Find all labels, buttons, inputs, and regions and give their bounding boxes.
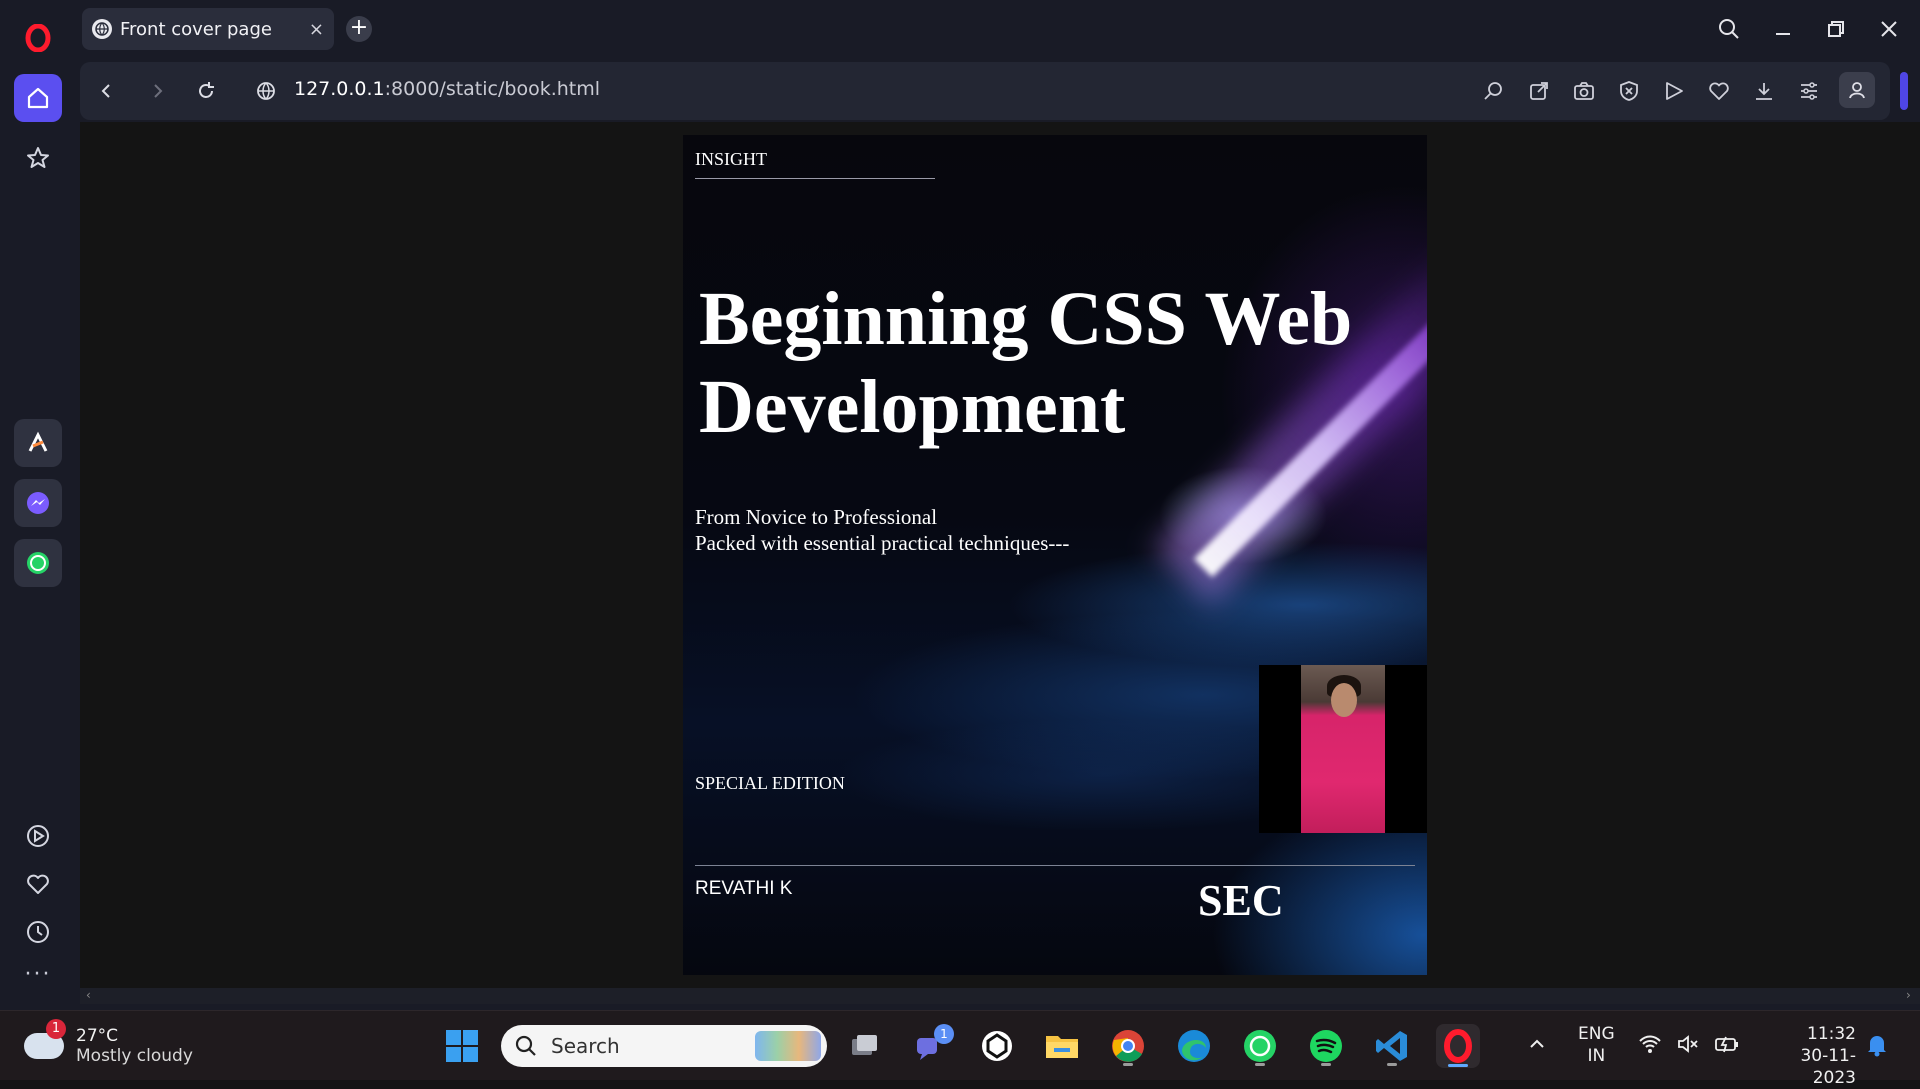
author-name: REVATHI K [695,878,793,899]
system-clock[interactable]: 11:32 30-11-2023 [1760,1023,1856,1089]
horizontal-scrollbar[interactable]: ‹ › [80,988,1920,1004]
browser-window: ··· Front cover page × + 127.0.0.1:8000/… [0,0,1920,1010]
messenger-icon[interactable] [14,479,62,527]
whatsapp-taskbar-icon[interactable] [1238,1024,1282,1068]
easy-setup-icon[interactable] [1795,77,1823,105]
active-indicator [1448,1064,1468,1067]
input-language[interactable]: ENG IN [1578,1023,1615,1067]
teams-chat-icon[interactable]: 1 [908,1024,954,1068]
whatsapp-icon[interactable] [14,539,62,587]
lang-line2: IN [1587,1046,1606,1066]
url-path: :8000/static/book.html [384,78,601,100]
clock-date: 30-11-2023 [1800,1046,1856,1088]
search-placeholder: Search [551,1034,620,1058]
aria-ai-icon[interactable] [14,419,62,467]
speed-dial-star-icon[interactable] [14,134,62,182]
footer-divider [695,865,1415,866]
teams-badge: 1 [934,1024,954,1044]
opera-taskbar-icon[interactable] [1436,1024,1480,1068]
tab-bar: Front cover page × + [78,0,1920,58]
taskbar-search[interactable]: Search [501,1025,827,1067]
search-highlight-image [755,1031,821,1061]
download-icon[interactable] [1750,77,1778,105]
running-indicator [1321,1063,1331,1066]
snapshot-camera-icon[interactable] [1570,77,1598,105]
spotify-icon[interactable] [1304,1024,1348,1068]
share-icon[interactable] [1525,77,1553,105]
new-tab-button[interactable]: + [346,16,372,42]
lang-line1: ENG [1578,1024,1615,1044]
tab-search-icon[interactable] [1712,12,1746,46]
profile-avatar-icon[interactable] [1839,72,1875,108]
notification-bell-icon[interactable] [1866,1033,1888,1061]
weather-condition: Mostly cloudy [76,1046,193,1066]
running-indicator [1387,1063,1397,1066]
volume-muted-icon[interactable] [1676,1033,1700,1055]
weather-temperature: 27°C [76,1026,119,1046]
show-hidden-icons-chevron-icon[interactable] [1528,1035,1546,1058]
edition-label: SPECIAL EDITION [695,773,845,793]
scroll-right-icon[interactable]: › [1906,988,1911,1002]
scroll-left-icon[interactable]: ‹ [86,988,91,1002]
vscode-icon[interactable] [1370,1024,1414,1068]
sidebar-more-icon[interactable]: ··· [14,950,62,998]
site-info-globe-icon[interactable] [250,75,282,107]
book-subtitle-line2: Packed with essential practical techniqu… [695,531,1070,555]
task-view-icon[interactable] [842,1024,886,1068]
author-photo-face [1331,683,1357,717]
edge-icon[interactable] [1172,1024,1216,1068]
restore-icon[interactable] [1819,12,1853,46]
tab-title: Front cover page [120,18,272,40]
address-bar: 127.0.0.1:8000/static/book.html [80,62,1890,120]
ad-blocker-shield-icon[interactable] [1615,77,1643,105]
weather-badge: 1 [46,1019,66,1039]
chatgpt-app-icon[interactable] [975,1024,1019,1068]
close-window-icon[interactable] [1872,12,1906,46]
url-host: 127.0.0.1 [294,78,385,100]
running-indicator [1255,1063,1265,1066]
tab-close-icon[interactable]: × [309,19,324,40]
author-photo-image [1301,665,1385,833]
battery-charging-icon[interactable] [1714,1033,1740,1055]
pinboard-heart-icon[interactable] [14,860,62,908]
windows-start-icon[interactable] [440,1024,484,1068]
chrome-icon[interactable] [1106,1024,1150,1068]
book-cover: INSIGHT Beginning CSS Web Development Fr… [683,135,1427,975]
flow-send-icon[interactable] [1660,77,1688,105]
system-tray[interactable] [1638,1033,1740,1055]
weather-widget[interactable]: 1 27°C Mostly cloudy [24,1019,193,1073]
history-clock-icon[interactable] [14,908,62,956]
publisher-logo-text: SEC [1198,876,1284,925]
minimize-icon[interactable] [1766,12,1800,46]
find-in-page-icon[interactable] [1480,77,1508,105]
tab-front-cover[interactable]: Front cover page × [82,8,334,50]
globe-icon [92,19,112,39]
publisher-name: INSIGHT [695,149,767,169]
book-subtitle-line1: From Novice to Professional [695,505,938,529]
cloud-icon: 1 [24,1019,66,1059]
search-icon [515,1035,536,1056]
wifi-icon[interactable] [1638,1033,1662,1055]
reload-icon[interactable] [190,75,222,107]
opera-logo-icon[interactable] [14,14,62,62]
player-icon[interactable] [14,812,62,860]
running-indicator [1123,1063,1133,1066]
home-icon[interactable] [14,74,62,122]
file-explorer-icon[interactable] [1040,1024,1084,1068]
forward-icon[interactable] [142,75,174,107]
author-photo [1259,665,1427,833]
publisher-divider [695,178,935,179]
url-field[interactable]: 127.0.0.1:8000/static/book.html [294,78,600,100]
book-title: Beginning CSS Web Development [699,277,1353,449]
opera-sidebar: ··· [0,0,78,1010]
clock-time: 11:32 [1807,1024,1856,1044]
windows-taskbar: 1 27°C Mostly cloudy Search 1 ENG IN 11:… [0,1010,1920,1088]
sidebar-accent [1900,72,1908,110]
pinboard-heart-icon[interactable] [1705,77,1733,105]
back-icon[interactable] [90,75,122,107]
